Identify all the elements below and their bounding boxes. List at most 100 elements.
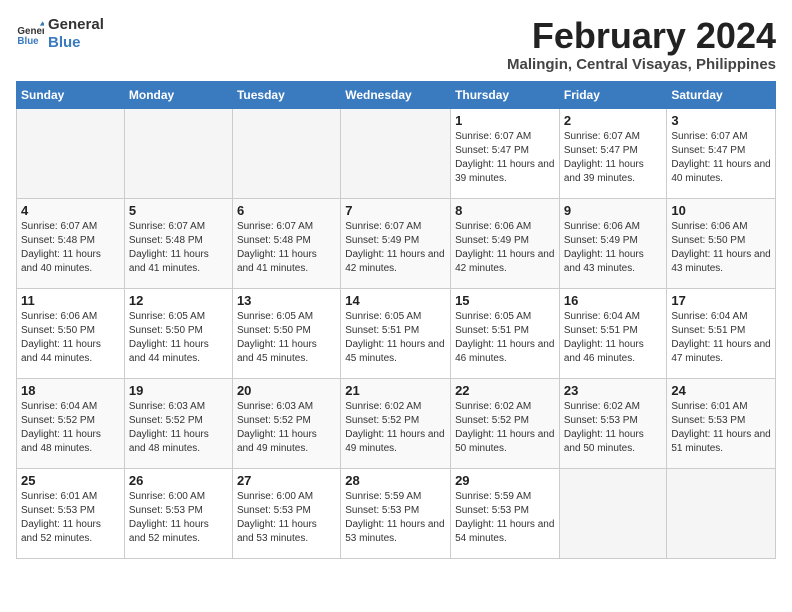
day-number: 15	[455, 293, 555, 308]
header-day-tuesday: Tuesday	[232, 81, 340, 108]
calendar-cell: 15 Sunrise: 6:05 AMSunset: 5:51 PMDayligh…	[451, 288, 560, 378]
calendar-header-row: SundayMondayTuesdayWednesdayThursdayFrid…	[17, 81, 776, 108]
day-info: Sunrise: 6:00 AMSunset: 5:53 PMDaylight:…	[237, 490, 336, 546]
day-info: Sunrise: 6:01 AMSunset: 5:53 PMDaylight:…	[671, 400, 771, 456]
calendar-cell: 22Sunrise: 6:02 AMSunset: 5:52 PMDayligh…	[451, 378, 560, 468]
day-info: Sunrise: 6:04 AMSunset: 5:51 PMDaylight:…	[671, 310, 771, 366]
calendar-cell	[232, 108, 340, 198]
day-number: 6	[237, 203, 336, 218]
calendar-cell: 13Sunrise: 6:05 AMSunset: 5:50 PMDayligh…	[232, 288, 340, 378]
day-info: Sunrise: 6:07 AMSunset: 5:48 PMDaylight:…	[21, 220, 120, 276]
day-number: 26	[129, 473, 228, 488]
calendar-cell: 20 Sunrise: 6:03 AMSunset: 5:52 PMDayligh…	[232, 378, 340, 468]
day-info: Sunrise: 6:04 AMSunset: 5:51 PMDaylight:…	[564, 310, 663, 366]
calendar-week-5: 25Sunrise: 6:01 AMSunset: 5:53 PMDayligh…	[17, 468, 776, 558]
calendar-cell: 29 Sunrise: 5:59 AMSunset: 5:53 PMDayligh…	[451, 468, 560, 558]
day-number: 18	[21, 383, 120, 398]
calendar-cell: 23Sunrise: 6:02 AMSunset: 5:53 PMDayligh…	[559, 378, 667, 468]
logo: General Blue General Blue	[16, 16, 104, 52]
day-number: 5	[129, 203, 228, 218]
calendar-cell: 9Sunrise: 6:06 AMSunset: 5:49 PMDaylight…	[559, 198, 667, 288]
day-number: 24	[671, 383, 771, 398]
day-number: 7	[345, 203, 446, 218]
header: General Blue General Blue February 2024 …	[16, 16, 776, 73]
day-number: 16	[564, 293, 663, 308]
day-info: Sunrise: 6:00 AMSunset: 5:53 PMDaylight:…	[129, 490, 228, 546]
calendar-cell: 6Sunrise: 6:07 AMSunset: 5:48 PMDaylight…	[232, 198, 340, 288]
logo-blue: Blue	[48, 34, 104, 52]
day-number: 11	[21, 293, 120, 308]
day-number: 29	[455, 473, 555, 488]
day-info: Sunrise: 6:02 AMSunset: 5:52 PMDaylight:…	[345, 400, 446, 456]
calendar-cell	[17, 108, 125, 198]
calendar-cell: 28Sunrise: 5:59 AMSunset: 5:53 PMDayligh…	[341, 468, 451, 558]
header-day-sunday: Sunday	[17, 81, 125, 108]
day-info: Sunrise: 6:07 AMSunset: 5:48 PMDaylight:…	[129, 220, 228, 276]
day-info: Sunrise: 6:06 AMSunset: 5:49 PMDaylight:…	[455, 220, 555, 276]
day-number: 28	[345, 473, 446, 488]
page-title: February 2024	[507, 16, 776, 56]
calendar-cell: 24 Sunrise: 6:01 AMSunset: 5:53 PMDayligh…	[667, 378, 776, 468]
header-day-saturday: Saturday	[667, 81, 776, 108]
calendar-cell: 10 Sunrise: 6:06 AMSunset: 5:50 PMDayligh…	[667, 198, 776, 288]
calendar-cell: 8 Sunrise: 6:06 AMSunset: 5:49 PMDaylight…	[451, 198, 560, 288]
calendar-cell: 5 Sunrise: 6:07 AMSunset: 5:48 PMDaylight…	[124, 198, 232, 288]
calendar-cell: 18 Sunrise: 6:04 AMSunset: 5:52 PMDayligh…	[17, 378, 125, 468]
day-info: Sunrise: 6:07 AMSunset: 5:47 PMDaylight:…	[564, 130, 663, 186]
header-day-wednesday: Wednesday	[341, 81, 451, 108]
calendar-week-4: 18 Sunrise: 6:04 AMSunset: 5:52 PMDayligh…	[17, 378, 776, 468]
day-info: Sunrise: 6:07 AMSunset: 5:49 PMDaylight:…	[345, 220, 446, 276]
calendar-cell: 3 Sunrise: 6:07 AMSunset: 5:47 PMDaylight…	[667, 108, 776, 198]
day-info: Sunrise: 6:05 AMSunset: 5:51 PMDaylight:…	[455, 310, 555, 366]
calendar-cell: 7 Sunrise: 6:07 AMSunset: 5:49 PMDaylight…	[341, 198, 451, 288]
title-area: February 2024 Malingin, Central Visayas,…	[507, 16, 776, 73]
calendar-cell: 11Sunrise: 6:06 AMSunset: 5:50 PMDayligh…	[17, 288, 125, 378]
day-info: Sunrise: 6:02 AMSunset: 5:52 PMDaylight:…	[455, 400, 555, 456]
day-number: 8	[455, 203, 555, 218]
calendar-cell	[559, 468, 667, 558]
day-number: 3	[671, 113, 771, 128]
day-info: Sunrise: 6:05 AMSunset: 5:51 PMDaylight:…	[345, 310, 446, 366]
day-info: Sunrise: 6:06 AMSunset: 5:50 PMDaylight:…	[671, 220, 771, 276]
day-info: Sunrise: 6:02 AMSunset: 5:53 PMDaylight:…	[564, 400, 663, 456]
day-number: 27	[237, 473, 336, 488]
day-info: Sunrise: 5:59 AMSunset: 5:53 PMDaylight:…	[455, 490, 555, 546]
day-info: Sunrise: 6:03 AMSunset: 5:52 PMDaylight:…	[129, 400, 228, 456]
page-subtitle: Malingin, Central Visayas, Philippines	[507, 56, 776, 73]
day-number: 14	[345, 293, 446, 308]
calendar-cell: 25Sunrise: 6:01 AMSunset: 5:53 PMDayligh…	[17, 468, 125, 558]
calendar-cell: 27 Sunrise: 6:00 AMSunset: 5:53 PMDayligh…	[232, 468, 340, 558]
calendar-cell	[341, 108, 451, 198]
calendar-cell: 1Sunrise: 6:07 AMSunset: 5:47 PMDaylight…	[451, 108, 560, 198]
day-info: Sunrise: 6:03 AMSunset: 5:52 PMDaylight:…	[237, 400, 336, 456]
day-number: 9	[564, 203, 663, 218]
logo-icon: General Blue	[16, 20, 44, 48]
calendar-table: SundayMondayTuesdayWednesdayThursdayFrid…	[16, 81, 776, 559]
calendar-cell: 2 Sunrise: 6:07 AMSunset: 5:47 PMDaylight…	[559, 108, 667, 198]
day-number: 1	[455, 113, 555, 128]
day-number: 13	[237, 293, 336, 308]
calendar-week-2: 4Sunrise: 6:07 AMSunset: 5:48 PMDaylight…	[17, 198, 776, 288]
day-number: 20	[237, 383, 336, 398]
calendar-cell: 12 Sunrise: 6:05 AMSunset: 5:50 PMDayligh…	[124, 288, 232, 378]
header-day-friday: Friday	[559, 81, 667, 108]
logo-general: General	[48, 16, 104, 34]
day-number: 19	[129, 383, 228, 398]
calendar-cell: 19 Sunrise: 6:03 AMSunset: 5:52 PMDayligh…	[124, 378, 232, 468]
header-day-monday: Monday	[124, 81, 232, 108]
day-info: Sunrise: 6:01 AMSunset: 5:53 PMDaylight:…	[21, 490, 120, 546]
svg-text:Blue: Blue	[17, 36, 39, 47]
day-number: 12	[129, 293, 228, 308]
header-day-thursday: Thursday	[451, 81, 560, 108]
calendar-cell: 26 Sunrise: 6:00 AMSunset: 5:53 PMDayligh…	[124, 468, 232, 558]
calendar-cell: 17 Sunrise: 6:04 AMSunset: 5:51 PMDayligh…	[667, 288, 776, 378]
day-info: Sunrise: 6:04 AMSunset: 5:52 PMDaylight:…	[21, 400, 120, 456]
calendar-cell: 16 Sunrise: 6:04 AMSunset: 5:51 PMDayligh…	[559, 288, 667, 378]
day-info: Sunrise: 6:07 AMSunset: 5:47 PMDaylight:…	[671, 130, 771, 186]
calendar-cell	[667, 468, 776, 558]
calendar-week-1: 1 Sunrise: 6:07 AMSunset: 5:47 PMDaylight…	[17, 108, 776, 198]
day-number: 17	[671, 293, 771, 308]
day-info: Sunrise: 6:05 AMSunset: 5:50 PMDaylight:…	[129, 310, 228, 366]
day-number: 10	[671, 203, 771, 218]
day-number: 2	[564, 113, 663, 128]
